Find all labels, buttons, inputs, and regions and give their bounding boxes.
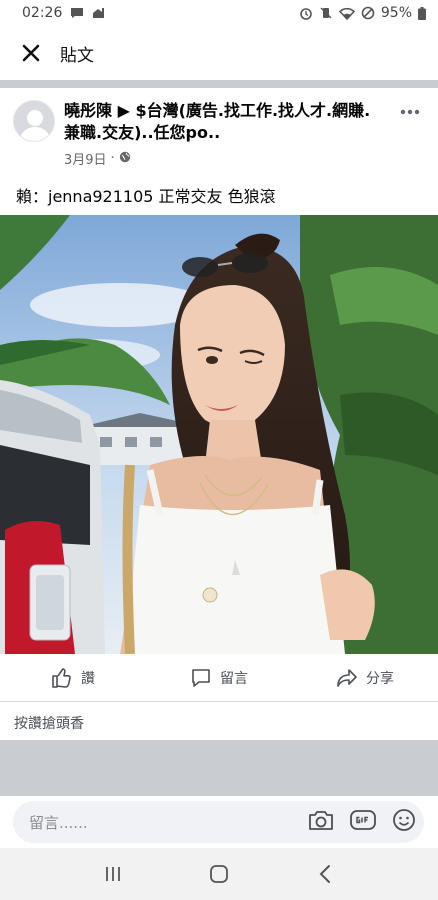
post-action-bar: 讚 留言 分享 <box>0 654 438 702</box>
comment-placeholder: 留言...... <box>29 813 88 832</box>
camera-icon[interactable] <box>308 809 334 835</box>
avatar[interactable] <box>13 100 55 142</box>
share-button[interactable]: 分享 <box>292 667 438 689</box>
recent-apps-icon <box>106 867 120 881</box>
alarm-icon <box>299 6 313 20</box>
battery-percent: 95% <box>380 5 412 21</box>
photo-image <box>0 215 438 654</box>
like-button[interactable]: 讚 <box>0 667 146 689</box>
comment-composer: 留言...... <box>0 796 438 848</box>
comment-input[interactable]: 留言...... <box>13 801 424 843</box>
close-icon <box>22 44 40 62</box>
globe-icon <box>119 151 131 167</box>
more-icon <box>400 109 420 115</box>
top-bar: 貼文 <box>0 26 438 80</box>
post-date[interactable]: 3月9日 <box>64 149 107 168</box>
status-bar: 02:26 95% <box>0 0 438 26</box>
comment-button[interactable]: 留言 <box>146 667 292 689</box>
page-title: 貼文 <box>60 45 94 66</box>
battery-icon <box>418 6 426 20</box>
share-icon <box>337 668 357 687</box>
share-label: 分享 <box>366 670 394 687</box>
home-button[interactable] <box>199 854 239 894</box>
first-like-prompt: 按讚搶頭香 <box>14 716 84 732</box>
thumbs-up-icon <box>52 667 71 688</box>
like-label: 讚 <box>81 670 95 687</box>
wifi-icon <box>338 7 355 20</box>
recent-apps-button[interactable] <box>93 854 133 894</box>
gif-icon[interactable] <box>350 809 376 835</box>
do-not-disturb-icon <box>361 6 375 20</box>
status-time: 02:26 <box>22 5 63 21</box>
post-photo[interactable] <box>0 215 438 654</box>
vibrate-mute-icon <box>319 6 333 20</box>
comment-icon <box>192 668 210 687</box>
meta-separator: · <box>110 151 115 166</box>
back-button[interactable] <box>305 854 345 894</box>
chat-notification-icon <box>70 7 84 19</box>
system-nav-bar <box>0 848 438 900</box>
comment-label: 留言 <box>220 670 248 687</box>
app-notification-icon <box>92 7 106 19</box>
post-header: 曉彤陳 ▶ $台灣(廣告.找工作.找人才.網賺.兼職.交友)..任您po.. 3… <box>0 88 438 172</box>
emoji-icon[interactable] <box>392 808 416 836</box>
more-options-button[interactable] <box>400 96 420 120</box>
section-divider <box>0 80 438 88</box>
post-meta: 3月9日 · <box>64 149 131 168</box>
author-and-group-link[interactable]: 曉彤陳 ▶ $台灣(廣告.找工作.找人才.網賺.兼職.交友)..任您po.. <box>64 100 384 144</box>
close-button[interactable] <box>18 40 44 66</box>
back-icon <box>319 865 330 883</box>
comments-area-background <box>0 740 438 796</box>
post-body-text: 賴：jenna921105 正常交友 色狼滾 <box>16 187 276 206</box>
home-icon <box>210 865 228 883</box>
